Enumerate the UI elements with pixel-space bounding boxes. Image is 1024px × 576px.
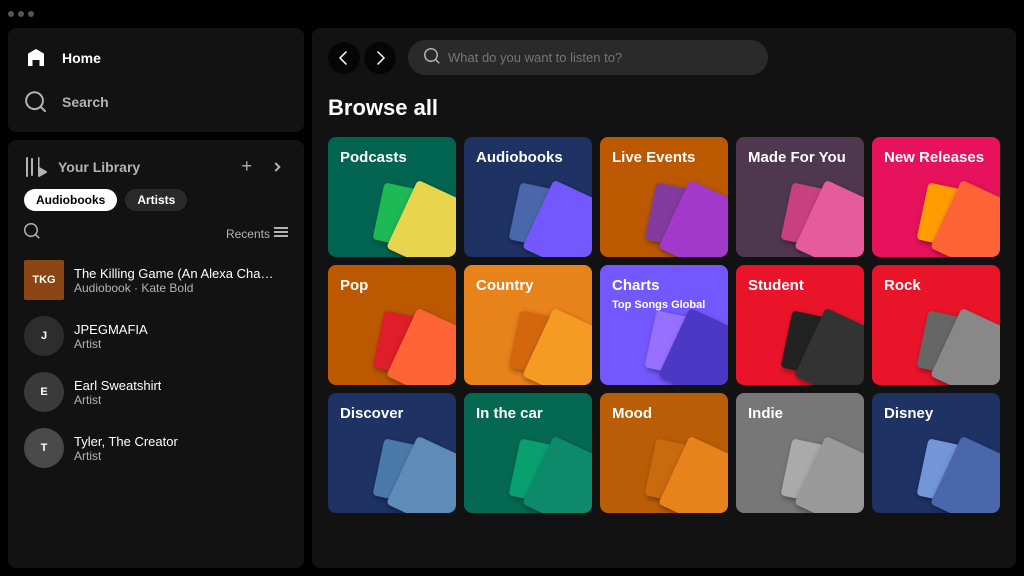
- forward-button[interactable]: [364, 42, 396, 74]
- sidebar-item-home[interactable]: Home: [8, 36, 304, 80]
- category-label-new-releases: New Releases: [884, 149, 984, 167]
- sidebar-library: Your Library + Audiobooks Artists: [8, 140, 304, 568]
- category-label-rock: Rock: [884, 277, 921, 295]
- library-item-info: Earl Sweatshirt Artist: [74, 378, 161, 407]
- library-list: TKG The Killing Game (An Alexa Chase Sus…: [8, 252, 304, 568]
- category-card-new-releases[interactable]: New Releases: [872, 137, 1000, 257]
- sidebar-top-nav: Home Search: [8, 28, 304, 132]
- category-card-made-for-you[interactable]: Made For You: [736, 137, 864, 257]
- library-item-thumb: J: [24, 316, 64, 356]
- library-item-thumb: T: [24, 428, 64, 468]
- category-label-in-the-car: In the car: [476, 405, 543, 423]
- category-card-mood[interactable]: Mood: [600, 393, 728, 513]
- recents-label[interactable]: Recents: [226, 225, 288, 242]
- category-card-rock[interactable]: Rock: [872, 265, 1000, 385]
- titlebar-dot-3: [28, 11, 34, 17]
- category-card-podcasts[interactable]: Podcasts: [328, 137, 456, 257]
- list-view-icon: [274, 225, 288, 242]
- filter-audiobooks[interactable]: Audiobooks: [24, 189, 117, 211]
- library-item-name: Earl Sweatshirt: [74, 378, 161, 393]
- library-item-name: The Killing Game (An Alexa Chase Suspens…: [74, 266, 274, 281]
- category-label-disney: Disney: [884, 405, 933, 423]
- filter-pills: Audiobooks Artists: [8, 189, 304, 219]
- category-card-student[interactable]: Student: [736, 265, 864, 385]
- library-item-info: JPEGMAFIA Artist: [74, 322, 148, 351]
- sidebar-item-home-label: Home: [62, 50, 101, 66]
- search-nav-icon: [24, 90, 48, 114]
- sidebar: Home Search Y: [8, 28, 304, 568]
- library-item-sub: Audiobook · Kate Bold: [74, 281, 274, 295]
- browse-section: Browse all Podcasts Audiobooks Live Events…: [312, 87, 1016, 568]
- category-label-live-events: Live Events: [612, 149, 695, 167]
- category-card-charts[interactable]: ChartsTop Songs Global: [600, 265, 728, 385]
- library-expand-button[interactable]: [264, 155, 288, 179]
- category-label-mood: Mood: [612, 405, 652, 423]
- category-card-in-the-car[interactable]: In the car: [464, 393, 592, 513]
- sidebar-item-search[interactable]: Search: [8, 80, 304, 124]
- category-card-discover[interactable]: Discover: [328, 393, 456, 513]
- titlebar: [0, 0, 1024, 28]
- category-label-pop: Pop: [340, 277, 368, 295]
- library-item-sub: Artist: [74, 337, 148, 351]
- library-item[interactable]: TKG The Killing Game (An Alexa Chase Sus…: [16, 252, 296, 308]
- category-label-audiobooks: Audiobooks: [476, 149, 563, 167]
- library-search-row: Recents: [8, 219, 304, 252]
- category-label-discover: Discover: [340, 405, 403, 423]
- main-layout: Home Search Y: [0, 28, 1024, 576]
- library-title: Your Library: [58, 159, 140, 175]
- back-button[interactable]: [328, 42, 360, 74]
- category-label-charts: ChartsTop Songs Global: [612, 277, 705, 313]
- category-grid: Podcasts Audiobooks Live Events Made For Yo…: [328, 137, 1000, 513]
- category-label-made-for-you: Made For You: [748, 149, 846, 167]
- category-card-country[interactable]: Country: [464, 265, 592, 385]
- library-item[interactable]: T Tyler, The Creator Artist: [16, 420, 296, 476]
- category-card-disney[interactable]: Disney: [872, 393, 1000, 513]
- library-header: Your Library +: [8, 140, 304, 189]
- category-card-audiobooks[interactable]: Audiobooks: [464, 137, 592, 257]
- category-card-pop[interactable]: Pop: [328, 265, 456, 385]
- titlebar-dot-2: [18, 11, 24, 17]
- filter-artists[interactable]: Artists: [125, 189, 187, 211]
- search-bar[interactable]: [408, 40, 768, 75]
- library-item[interactable]: E Earl Sweatshirt Artist: [16, 364, 296, 420]
- library-item[interactable]: J JPEGMAFIA Artist: [16, 308, 296, 364]
- library-item-thumb: TKG: [24, 260, 64, 300]
- category-label-country: Country: [476, 277, 534, 295]
- library-actions: +: [237, 152, 288, 181]
- category-label-podcasts: Podcasts: [340, 149, 407, 167]
- titlebar-dot-1: [8, 11, 14, 17]
- category-label-student: Student: [748, 277, 804, 295]
- library-item-name: JPEGMAFIA: [74, 322, 148, 337]
- category-label-indie: Indie: [748, 405, 783, 423]
- library-title-row: Your Library: [24, 155, 140, 179]
- category-card-live-events[interactable]: Live Events: [600, 137, 728, 257]
- browse-title: Browse all: [328, 95, 1000, 121]
- library-item-info: Tyler, The Creator Artist: [74, 434, 178, 463]
- library-item-info: The Killing Game (An Alexa Chase Suspens…: [74, 266, 274, 295]
- home-icon: [24, 46, 48, 70]
- library-item-name: Tyler, The Creator: [74, 434, 178, 449]
- library-item-sub: Artist: [74, 449, 178, 463]
- nav-buttons: [328, 42, 396, 74]
- library-add-button[interactable]: +: [237, 152, 256, 181]
- search-input[interactable]: [448, 50, 752, 65]
- main-content: Browse all Podcasts Audiobooks Live Events…: [312, 28, 1016, 568]
- search-icon: [424, 48, 440, 67]
- topbar: [312, 28, 1016, 87]
- library-search-icon[interactable]: [24, 223, 40, 244]
- library-icon: [24, 155, 48, 179]
- sidebar-item-search-label: Search: [62, 94, 109, 110]
- category-card-indie[interactable]: Indie: [736, 393, 864, 513]
- library-item-sub: Artist: [74, 393, 161, 407]
- library-item-thumb: E: [24, 372, 64, 412]
